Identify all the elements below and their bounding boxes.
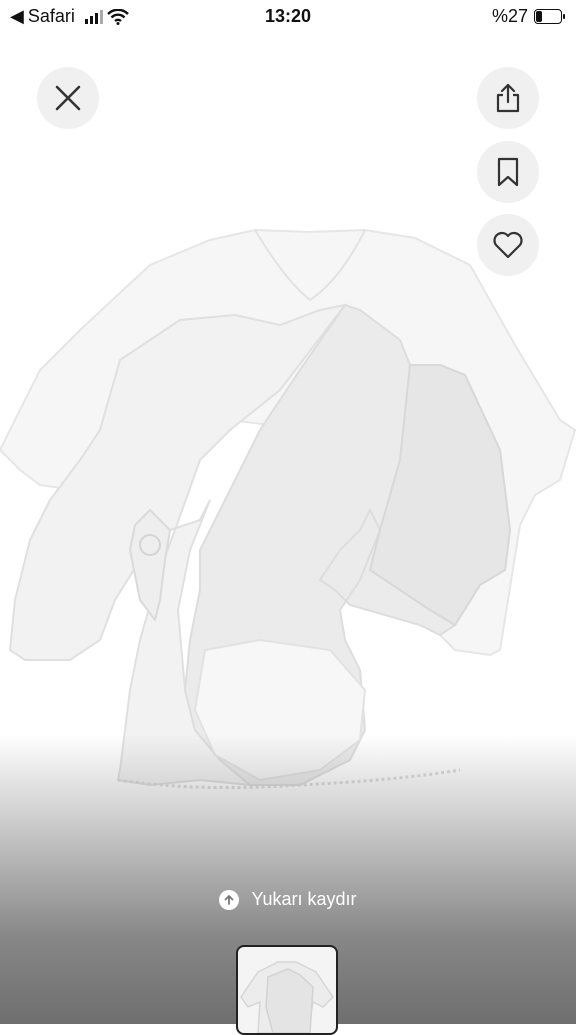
thumbnail-image bbox=[240, 961, 334, 1033]
heart-icon bbox=[493, 231, 523, 259]
battery-status: %27 bbox=[491, 6, 565, 27]
bookmark-icon bbox=[497, 157, 519, 187]
close-button[interactable] bbox=[37, 67, 99, 129]
favorite-button[interactable] bbox=[477, 214, 539, 276]
share-button[interactable] bbox=[477, 67, 539, 129]
image-thumbnail[interactable] bbox=[236, 945, 338, 1035]
battery-icon bbox=[534, 9, 565, 24]
arrow-up-icon bbox=[219, 889, 240, 910]
close-icon bbox=[55, 85, 81, 111]
status-time: 13:20 bbox=[264, 6, 312, 26]
status-bar: ◀ Safari 13:20 %27 bbox=[0, 0, 576, 34]
swipe-up-hint[interactable]: Yukarı kaydır bbox=[0, 889, 576, 910]
bookmark-button[interactable] bbox=[477, 141, 539, 203]
swipe-hint-label: Yukarı kaydır bbox=[251, 889, 357, 909]
battery-percent: %27 bbox=[491, 6, 528, 26]
share-icon bbox=[496, 83, 520, 113]
battery-fill bbox=[536, 11, 542, 22]
